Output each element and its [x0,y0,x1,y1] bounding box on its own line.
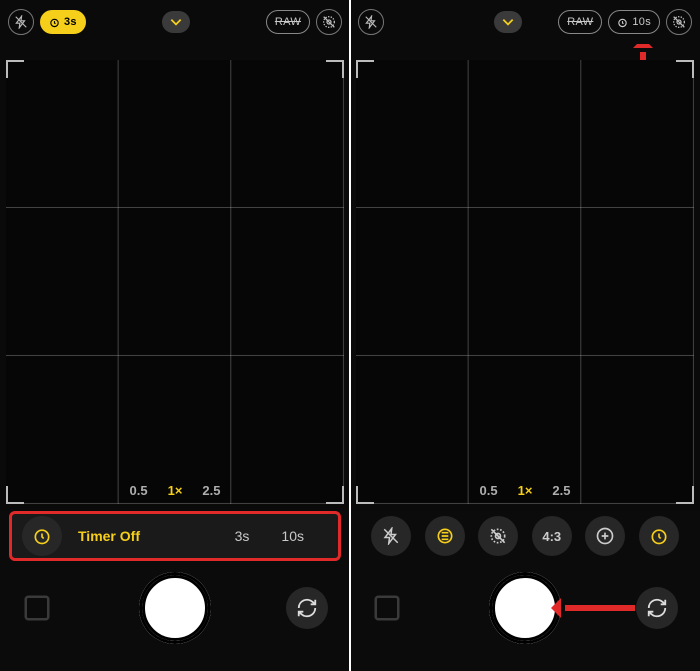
timer-status-pill[interactable]: 10s [608,10,660,34]
camera-controls-row: 4:3 [359,511,691,561]
topbar: RAW 10s [350,0,700,44]
raw-toggle[interactable]: RAW [558,10,602,34]
live-photo-control[interactable] [478,516,518,556]
shutter-button[interactable] [139,572,211,644]
shutter-row [0,569,350,647]
timer-badge[interactable]: 3s [40,10,86,34]
timer-10s-option[interactable]: 10s [265,528,320,544]
shutter-row [350,569,700,647]
zoom-2_5[interactable]: 2.5 [202,483,220,498]
last-photo-thumbnail[interactable] [366,587,408,629]
timer-3s-option[interactable]: 3s [219,528,266,544]
zoom-0_5[interactable]: 0.5 [480,483,498,498]
zoom-selector[interactable]: 0.5 1× 2.5 [130,483,221,498]
screenshot-right: RAW 10s 0.5 1× 2.5 [350,0,700,671]
last-photo-thumbnail[interactable] [16,587,58,629]
viewfinder[interactable]: 0.5 1× 2.5 [356,60,694,504]
zoom-selector[interactable]: 0.5 1× 2.5 [480,483,571,498]
screenshot-divider [349,0,351,671]
live-photo-toggle[interactable] [666,9,692,35]
zoom-1x[interactable]: 1× [518,483,533,498]
timer-icon[interactable] [22,516,62,556]
zoom-2_5[interactable]: 2.5 [552,483,570,498]
zoom-0_5[interactable]: 0.5 [130,483,148,498]
raw-toggle[interactable]: RAW [266,10,310,34]
topbar: 3s RAW [0,0,350,44]
bottom-controls: Timer Off 3s 10s [0,511,350,671]
flash-control[interactable] [371,516,411,556]
annotation-arrow-shutter [565,605,635,611]
viewfinder[interactable]: 0.5 1× 2.5 [6,60,344,504]
night-mode-control[interactable] [425,516,465,556]
live-photo-toggle[interactable] [316,9,342,35]
controls-dropdown[interactable] [162,11,190,33]
switch-camera-button[interactable] [286,587,328,629]
aspect-ratio-control[interactable]: 4:3 [532,516,572,556]
screenshot-left: 3s RAW 0.5 1× 2.5 [0,0,350,671]
timer-control[interactable] [639,516,679,556]
zoom-1x[interactable]: 1× [168,483,183,498]
timer-off-option[interactable]: Timer Off [66,528,152,544]
bottom-controls: 4:3 [350,511,700,671]
exposure-control[interactable] [585,516,625,556]
timer-pill-label: 10s [632,16,651,28]
flash-button[interactable] [358,9,384,35]
timer-badge-label: 3s [64,16,77,28]
controls-dropdown[interactable] [494,11,522,33]
flash-button[interactable] [8,9,34,35]
switch-camera-button[interactable] [636,587,678,629]
timer-options-panel: Timer Off 3s 10s [9,511,341,561]
